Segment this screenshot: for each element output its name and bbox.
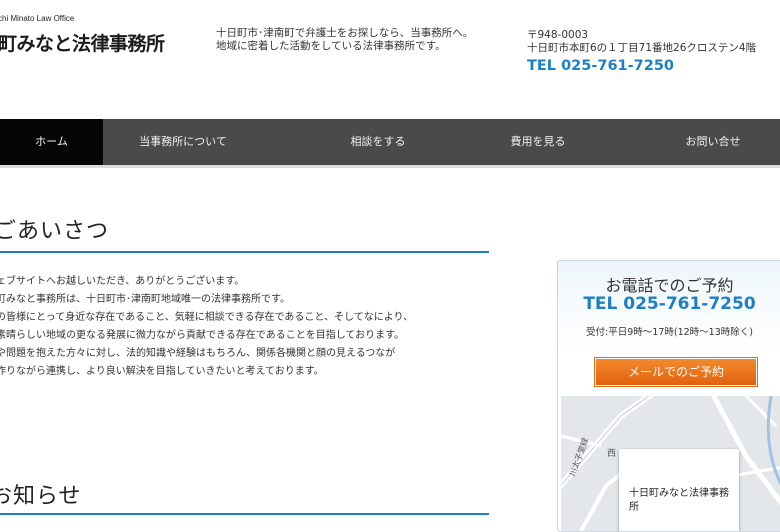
nav-item-home[interactable]: ホーム (0, 119, 103, 165)
map-info-window: 十日町みなと法律事務所 (619, 449, 739, 531)
greeting-line: 、素晴らしい地域の更なる発展に微力ながら貢献できる存在であることを目指しておりま… (0, 330, 405, 341)
greeting-text: ウェブサイトへお越しいただき、ありがとうございます。 日町みなと事務所は、十日町… (0, 273, 413, 381)
logo-subtitle: chi Minato Law Office (0, 14, 75, 23)
tagline-line: 地域に密着した活動をしている法律事務所です。 (216, 40, 446, 52)
phone-reservation-heading: お電話でのご予約 (605, 276, 734, 295)
nav-item-contact[interactable]: お問い合せ (633, 119, 780, 165)
greeting-line: みや問題を抱えた方々に対し、法的知識や経験はもちろん、関係各機関と顔の見えるつな… (0, 348, 396, 359)
news-heading: お知らせ (0, 484, 82, 509)
tagline-line: 十日町市･津南町で弁護士をお探しなら、当事務所へ。 (216, 27, 474, 39)
office-map[interactable]: 西 川太子堂線 十日町みなと法律事務所 (561, 396, 780, 531)
header-address: 〒948-0003 十日町市本町6の１丁目71番地26クロステン4階 (527, 29, 756, 55)
contact-box: お電話でのご予約 TEL 025-761-7250 受付:平日9時～17時(12… (557, 260, 780, 532)
news-divider (0, 513, 489, 515)
map-office-name: 十日町みなと法律事務所 (629, 488, 729, 513)
mail-reservation-button[interactable]: メールでのご予約 (595, 358, 757, 386)
nav-item-about[interactable]: 当事務所について (103, 119, 263, 165)
logo-title[interactable]: 町みなと法律事務所 (0, 29, 165, 56)
business-hours: 受付:平日9時～17時(12時～13時除く) (586, 327, 753, 338)
nav-item-consult[interactable]: 相談をする (298, 119, 458, 165)
greeting-line: 日町みなと事務所は、十日町市･津南町地域唯一の法律事務所です。 (0, 294, 290, 305)
phone-number[interactable]: TEL 025-761-7250 (558, 294, 780, 314)
header-phone[interactable]: TEL 025-761-7250 (527, 58, 674, 74)
greeting-line: 域の皆様にとって身近な存在であること、気軽に相談できる存在であること、そしてなに… (0, 312, 414, 323)
header-tagline: 十日町市･津南町で弁護士をお探しなら、当事務所へ。 地域に密着した活動をしている… (216, 27, 473, 53)
greeting-divider (0, 251, 489, 253)
street-address: 十日町市本町6の１丁目71番地26クロステン4階 (527, 42, 757, 54)
map-street-label: 西 (607, 449, 617, 459)
nav-item-fees[interactable]: 費用を見る (458, 119, 618, 165)
main-nav: ホーム 当事務所について 相談をする 費用を見る お問い合せ (0, 119, 780, 168)
greeting-line: ウェブサイトへお越しいただき、ありがとうございます。 (0, 276, 245, 287)
greeting-line: を作りながら連携し、より良い解決を目指していきたいと考えております。 (0, 366, 324, 377)
postal-code: 〒948-0003 (527, 29, 589, 41)
greeting-heading: ごあいさつ (0, 219, 110, 244)
